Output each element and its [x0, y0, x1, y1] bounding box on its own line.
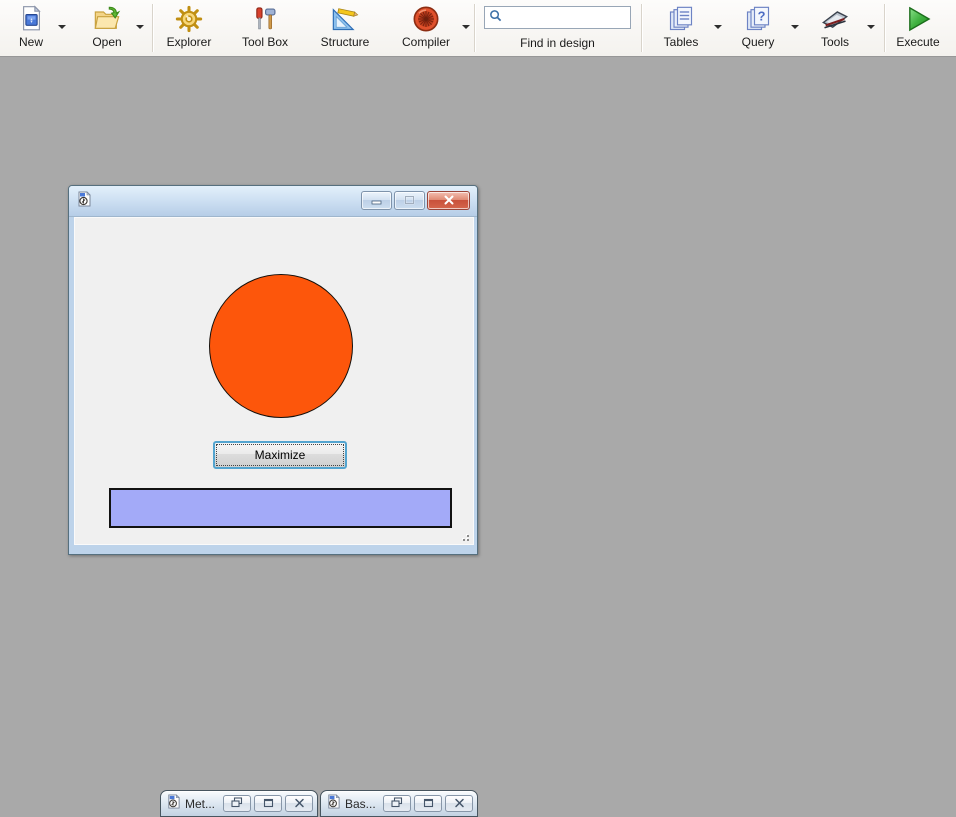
toolbar-button-toolbox[interactable]: Tool Box	[236, 2, 294, 54]
resize-grip[interactable]	[458, 530, 470, 542]
minimized-window-bas[interactable]: Bas...	[320, 790, 478, 817]
toolbar-label-toolbox: Tool Box	[236, 35, 294, 49]
open-dropdown-arrow[interactable]	[136, 25, 144, 29]
app-icon	[326, 794, 341, 814]
toolbar-button-execute[interactable]: Execute	[890, 2, 946, 54]
toolbar-separator	[641, 4, 642, 52]
tables-icon	[654, 2, 708, 35]
maximize-button[interactable]	[254, 795, 282, 812]
execute-icon	[890, 2, 946, 35]
toolbar-label-compiler: Compiler	[397, 35, 455, 49]
toolbar-button-explorer[interactable]: Explorer	[160, 2, 218, 54]
maximize-icon	[404, 192, 415, 210]
svg-text:?: ?	[758, 8, 766, 23]
toolbar-label-new: New	[8, 35, 54, 49]
compiler-icon	[397, 2, 455, 35]
toolbar-label-structure: Structure	[316, 35, 374, 49]
app-icon	[76, 191, 92, 212]
toolbar-label-open: Open	[84, 35, 130, 49]
app-icon	[166, 794, 181, 814]
tools-icon	[808, 2, 862, 35]
new-dropdown-arrow[interactable]	[58, 25, 66, 29]
toolbar-label-explorer: Explorer	[160, 35, 218, 49]
tools-dropdown-arrow[interactable]	[867, 25, 875, 29]
query-dropdown-arrow[interactable]	[791, 25, 799, 29]
find-in-design-box[interactable]	[484, 6, 631, 29]
close-button[interactable]	[445, 795, 473, 812]
toolbar-button-structure[interactable]: Structure	[316, 2, 374, 54]
toolbar-button-tools[interactable]: Tools	[808, 2, 862, 54]
search-icon	[489, 9, 502, 27]
close-button[interactable]	[285, 795, 313, 812]
close-button[interactable]	[427, 191, 470, 210]
toolbar-button-new[interactable]: New	[8, 2, 54, 54]
maximize-icon	[423, 795, 434, 813]
close-icon	[443, 192, 455, 210]
new-document-icon	[8, 2, 54, 35]
minimized-window-title: Bas...	[345, 797, 381, 811]
restore-button[interactable]	[223, 795, 251, 812]
main-toolbar: New Open Explorer Tool Box Structure Com…	[0, 0, 956, 57]
form-window-titlebar[interactable]	[69, 186, 477, 217]
toolbar-label-execute: Execute	[890, 35, 946, 49]
restore-icon	[231, 795, 243, 813]
maximize-icon	[263, 795, 274, 813]
query-icon: ?	[731, 2, 785, 35]
restore-icon	[391, 795, 403, 813]
design-form-window: Maximize	[68, 185, 478, 555]
form-client-area: Maximize	[74, 217, 474, 545]
purple-rectangle-shape	[109, 488, 452, 528]
structure-icon	[316, 2, 374, 35]
restore-button[interactable]	[383, 795, 411, 812]
toolbar-separator	[474, 4, 475, 52]
close-icon	[294, 795, 305, 813]
toolbar-separator	[884, 4, 885, 52]
toolbar-button-tables[interactable]: Tables	[654, 2, 708, 54]
maximize-button[interactable]	[414, 795, 442, 812]
toolbar-button-query[interactable]: ? Query	[731, 2, 785, 54]
toolbar-label-query: Query	[731, 35, 785, 49]
toolbox-icon	[236, 2, 294, 35]
minimize-button[interactable]	[361, 191, 392, 210]
minimized-window-met[interactable]: Met...	[160, 790, 318, 817]
find-in-design-input[interactable]	[502, 11, 620, 25]
tables-dropdown-arrow[interactable]	[714, 25, 722, 29]
explorer-gear-icon	[160, 2, 218, 35]
toolbar-button-open[interactable]: Open	[84, 2, 130, 54]
toolbar-button-compiler[interactable]: Compiler	[397, 2, 455, 54]
toolbar-label-tables: Tables	[654, 35, 708, 49]
find-in-design-label: Find in design	[484, 36, 631, 50]
maximize-button[interactable]	[394, 191, 425, 210]
toolbar-separator	[152, 4, 153, 52]
form-maximize-button[interactable]: Maximize	[213, 441, 347, 469]
minimize-icon	[371, 192, 382, 210]
open-folder-icon	[84, 2, 130, 35]
close-icon	[454, 795, 465, 813]
orange-circle-shape	[209, 274, 353, 418]
minimized-window-title: Met...	[185, 797, 221, 811]
find-in-design-group: Find in design	[484, 6, 631, 54]
compiler-dropdown-arrow[interactable]	[462, 25, 470, 29]
toolbar-label-tools: Tools	[808, 35, 862, 49]
